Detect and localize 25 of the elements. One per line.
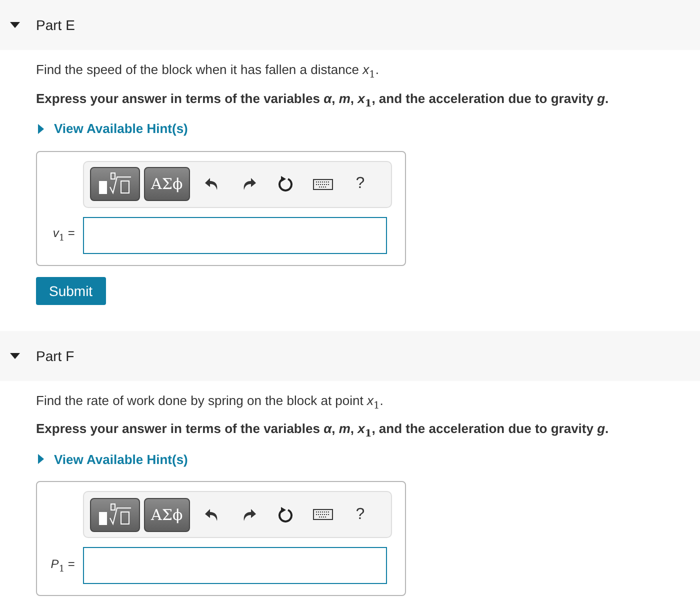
question-text: Find the speed of the block when it has fallen a distance x$_{1}$. [36, 62, 380, 81]
expand-triangle-icon [36, 124, 46, 134]
templates-button[interactable] [90, 498, 140, 532]
expand-triangle-icon [36, 454, 46, 464]
templates-button[interactable] [90, 167, 140, 202]
question-text: Find the rate of work done by spring on the block at point x$_{1}$. [36, 392, 384, 412]
part-header[interactable]: Part E [0, 0, 700, 50]
part-title: Part E [36, 17, 75, 33]
symbols-button[interactable]: ΑΣϕ [144, 498, 190, 532]
hint-link[interactable]: View Available Hint(s) [36, 452, 188, 467]
answer-label: P$_{1}$ = [50, 557, 76, 575]
part-header[interactable]: Part F [0, 330, 700, 381]
instruction-text: Express your answer in terms of the variables α, m, x$_{1}$, and the acceleration due to gravity g. [36, 90, 610, 110]
instruction-text: Express your answer in terms of the variables α, m, x$_{1}$, and the acceleration due to gravity g. [36, 421, 610, 440]
submit-button[interactable]: Submit [36, 276, 106, 305]
help-button[interactable]: ? [342, 169, 379, 200]
hint-link[interactable]: View Available Hint(s) [36, 121, 188, 136]
answer-field[interactable] [82, 216, 387, 254]
collapse-triangle-icon [10, 350, 20, 361]
part-title: Part F [36, 348, 74, 364]
help-button[interactable]: ? [342, 500, 379, 530]
answer-field[interactable] [82, 547, 387, 584]
answer-label: v$_{1}$ = [52, 226, 76, 244]
symbols-button[interactable]: ΑΣϕ [144, 167, 190, 202]
collapse-triangle-icon [10, 20, 20, 30]
